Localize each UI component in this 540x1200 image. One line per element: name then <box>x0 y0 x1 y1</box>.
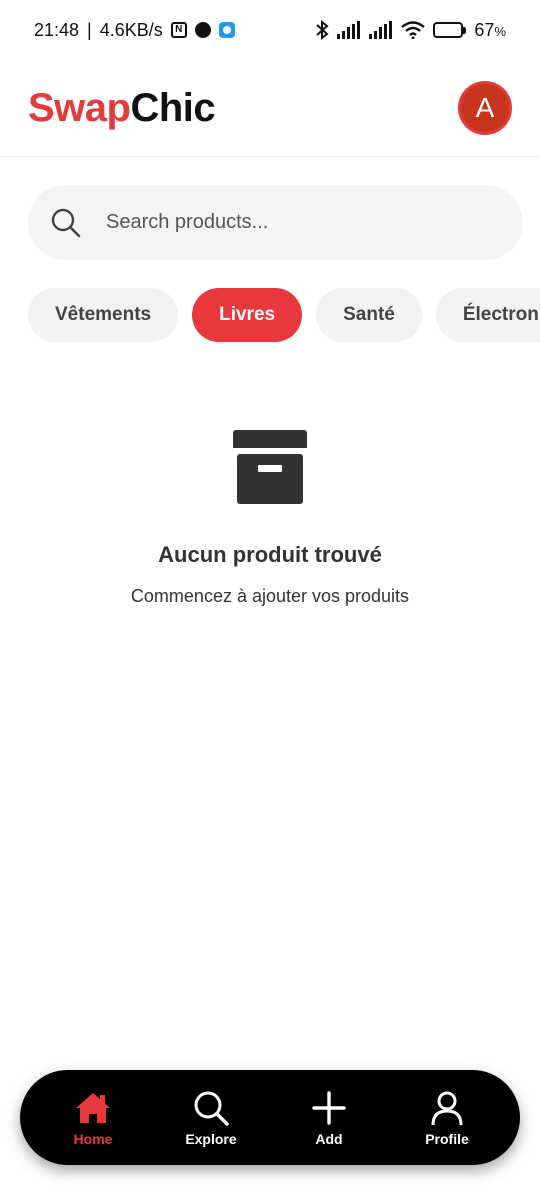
category-chip-sante[interactable]: Santé <box>316 288 422 342</box>
status-left: 21:48 | 4.6KB/s N <box>34 20 235 41</box>
status-bar: 21:48 | 4.6KB/s N 67% <box>0 0 540 60</box>
battery-icon <box>433 22 467 38</box>
notification-icon <box>194 22 211 38</box>
empty-state-title: Aucun produit trouvé <box>158 542 382 567</box>
category-chips: Vêtements Livres Santé Électronique <box>28 288 540 342</box>
empty-state-subtitle: Commencez à ajouter vos produits <box>130 586 410 606</box>
nav-add[interactable]: Add <box>279 1089 379 1147</box>
nav-profile[interactable]: Profile <box>397 1089 497 1147</box>
nfc-icon: N <box>170 22 187 38</box>
nav-explore[interactable]: Explore <box>161 1089 261 1147</box>
battery-percent: 67% <box>474 19 506 40</box>
nav-home[interactable]: Home <box>43 1089 143 1147</box>
app-header: SwapChic A <box>0 60 540 157</box>
signal-icon <box>369 21 393 39</box>
user-icon <box>431 1091 463 1125</box>
wifi-icon <box>401 21 426 39</box>
category-chip-vetements[interactable]: Vêtements <box>28 288 179 342</box>
search-icon <box>51 208 81 237</box>
home-icon <box>76 1092 110 1123</box>
app-screen: 21:48 | 4.6KB/s N 67% SwapChic A Search … <box>0 0 540 1200</box>
nav-add-label: Add <box>315 1130 343 1147</box>
empty-state: Aucun produit trouvé Commencez à ajouter… <box>0 430 540 607</box>
logo-part-swap: Swap <box>28 85 131 130</box>
app-logo[interactable]: SwapChic <box>28 85 216 131</box>
status-right: 67% <box>315 20 506 41</box>
search-input[interactable] <box>106 211 466 234</box>
status-separator: | <box>87 19 92 40</box>
app-notification-icon <box>218 22 235 38</box>
archive-box-icon <box>233 430 307 504</box>
search-icon <box>194 1091 229 1126</box>
category-chip-livres[interactable]: Livres <box>192 288 303 342</box>
nav-explore-label: Explore <box>185 1130 237 1147</box>
nav-home-label: Home <box>73 1130 113 1147</box>
avatar[interactable]: A <box>458 81 512 135</box>
category-chip-electronique[interactable]: Électronique <box>435 288 540 342</box>
plus-icon <box>312 1090 346 1125</box>
network-speed: 4.6KB/s <box>99 19 163 40</box>
nav-profile-label: Profile <box>425 1130 469 1147</box>
bottom-nav: Home Explore Add Profile <box>20 1070 520 1165</box>
search-bar[interactable] <box>28 185 523 260</box>
signal-icon <box>337 21 361 39</box>
bluetooth-icon <box>316 20 329 40</box>
status-time: 21:48 <box>34 19 80 40</box>
logo-part-chic: Chic <box>130 85 216 130</box>
